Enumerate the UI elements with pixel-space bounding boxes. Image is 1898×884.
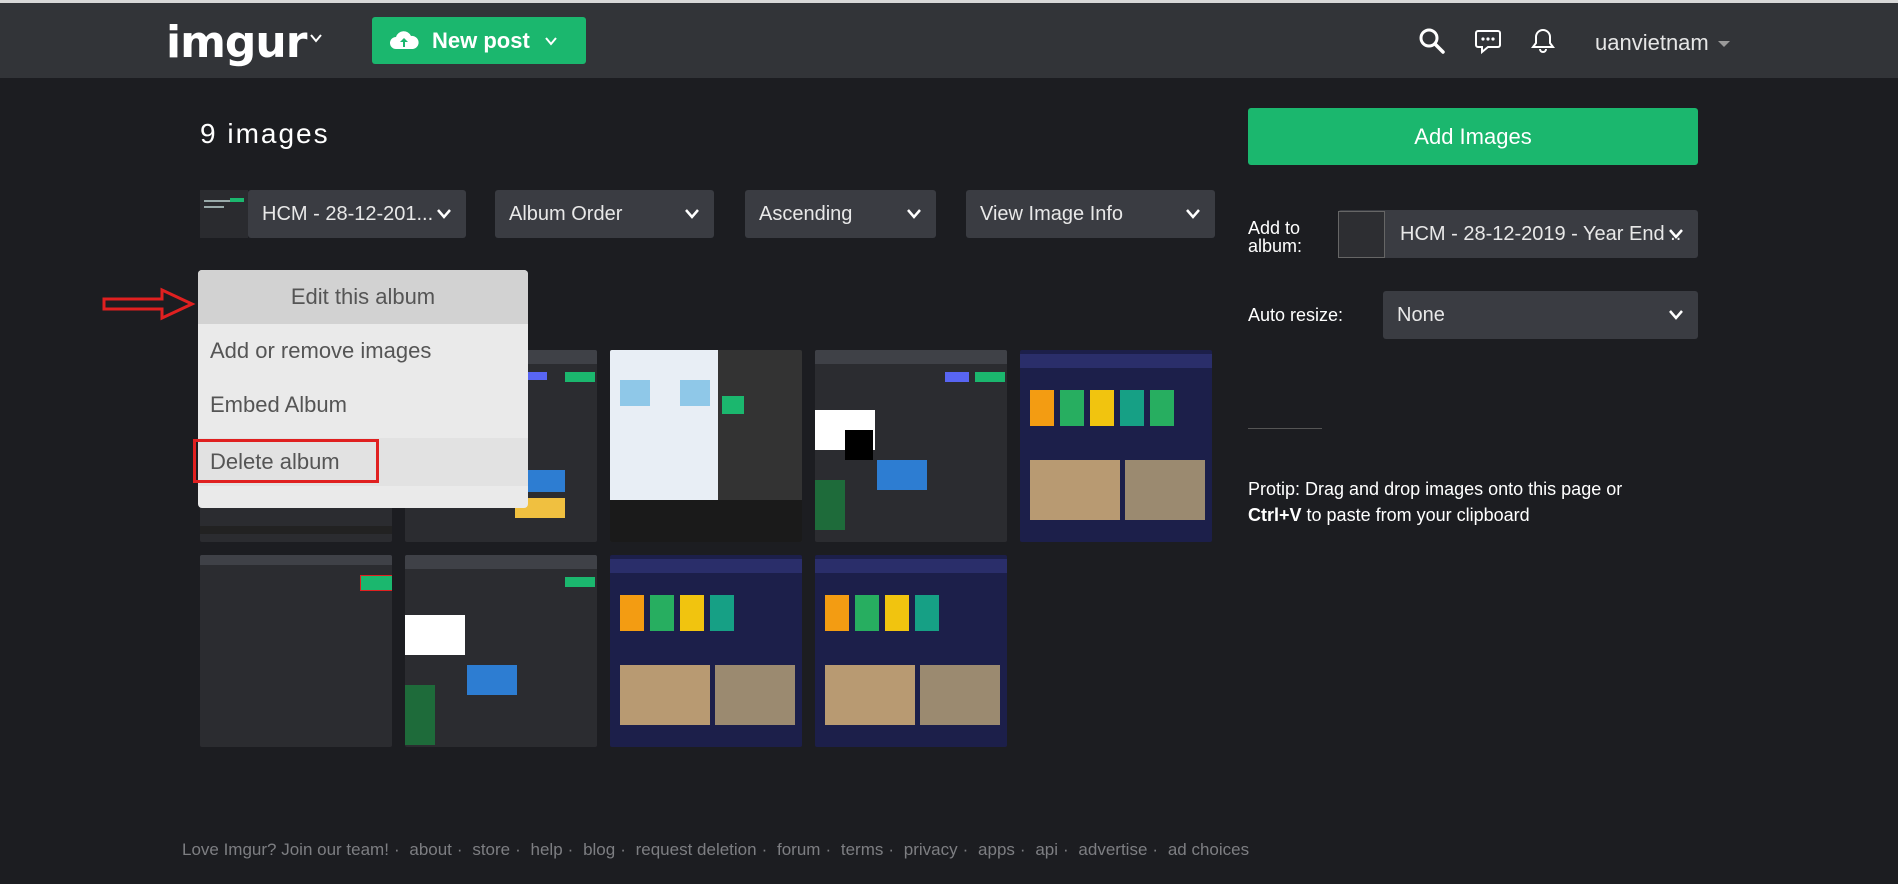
footer-link-blog[interactable]: blog [583, 840, 615, 859]
chevron-down-icon [1669, 310, 1683, 320]
chevron-down-icon[interactable] [309, 31, 323, 45]
add-to-album-label: Add to album: [1248, 218, 1303, 256]
chat-icon[interactable] [1474, 27, 1502, 55]
arrow-right-icon [102, 287, 196, 321]
image-count: 9 images [200, 118, 330, 149]
auto-resize-label: Auto resize: [1248, 305, 1344, 325]
new-post-button[interactable]: New post [372, 17, 586, 64]
image-thumbnail[interactable] [1020, 350, 1212, 542]
add-images-button[interactable]: Add Images [1248, 108, 1698, 165]
image-thumbnail[interactable] [815, 555, 1007, 747]
album-select[interactable]: HCM - 28-12-201... [248, 190, 466, 238]
footer-link-api[interactable]: api [1035, 840, 1058, 859]
order-select-value: Album Order [509, 202, 623, 225]
chevron-down-icon [437, 209, 451, 219]
new-post-label: New post [432, 27, 530, 53]
footer-link-advertise[interactable]: advertise [1078, 840, 1147, 859]
add-to-album-value: HCM - 28-12-2019 - Year End ... [1400, 222, 1682, 245]
edit-album-item[interactable]: Edit this album [198, 270, 528, 324]
footer-link-apps[interactable]: apps [978, 840, 1015, 859]
protip-part-2: to paste from your clipboard [1301, 505, 1530, 525]
image-thumbnail[interactable] [610, 350, 802, 542]
chevron-down-icon [685, 209, 699, 219]
top-bar: imgur New post uanvietnam [0, 0, 1898, 78]
image-thumbnail[interactable] [405, 555, 597, 747]
auto-resize-value: None [1397, 303, 1445, 326]
footer-link-help[interactable]: help [531, 840, 563, 859]
image-thumbnail[interactable] [610, 555, 802, 747]
chevron-down-icon [545, 36, 557, 46]
username-menu[interactable]: uanvietnam [1595, 30, 1709, 56]
footer-link-privacy[interactable]: privacy [904, 840, 958, 859]
footer-link-terms[interactable]: terms [841, 840, 884, 859]
search-icon[interactable] [1418, 27, 1446, 55]
highlight-box [193, 439, 379, 483]
protip-text: Protip: Drag and drop images onto this p… [1248, 476, 1678, 528]
protip-shortcut: Ctrl+V [1248, 505, 1302, 525]
chevron-down-icon [907, 209, 921, 219]
chevron-down-icon [1669, 229, 1683, 239]
footer-link-request-deletion[interactable]: request deletion [636, 840, 757, 859]
footer-link-about[interactable]: about [409, 840, 452, 859]
auto-resize-select[interactable]: None [1383, 291, 1698, 339]
footer-link-forum[interactable]: forum [777, 840, 820, 859]
direction-select[interactable]: Ascending [745, 190, 936, 238]
cloud-upload-icon [390, 30, 419, 49]
caret-down-icon[interactable] [1718, 41, 1730, 47]
view-select-value: View Image Info [980, 202, 1124, 225]
add-to-album-select[interactable]: HCM - 28-12-2019 - Year End ... [1338, 210, 1698, 258]
footer-link-ad-choices[interactable]: ad choices [1168, 840, 1249, 859]
album-thumbnail [200, 190, 248, 238]
view-select[interactable]: View Image Info [966, 190, 1215, 238]
embed-album-item[interactable]: Embed Album [198, 378, 528, 432]
image-thumbnail[interactable] [200, 555, 392, 747]
footer: Love Imgur? Join our team! · about · store… [182, 840, 1250, 859]
album-select-value: HCM - 28-12-201... [262, 202, 434, 225]
album-swatch [1338, 211, 1385, 258]
sidebar-divider [1248, 428, 1322, 429]
imgur-logo[interactable]: imgur [166, 17, 307, 68]
chevron-down-icon [1186, 209, 1200, 219]
direction-select-value: Ascending [759, 202, 853, 225]
bell-icon[interactable] [1530, 27, 1556, 55]
order-select[interactable]: Album Order [495, 190, 714, 238]
add-remove-images-item[interactable]: Add or remove images [198, 324, 528, 378]
image-thumbnail[interactable] [815, 350, 1007, 542]
footer-link-store[interactable]: store [472, 840, 510, 859]
protip-part-1: Protip: Drag and drop images onto this p… [1248, 479, 1623, 499]
footer-link-join[interactable]: Love Imgur? Join our team! [182, 840, 389, 859]
